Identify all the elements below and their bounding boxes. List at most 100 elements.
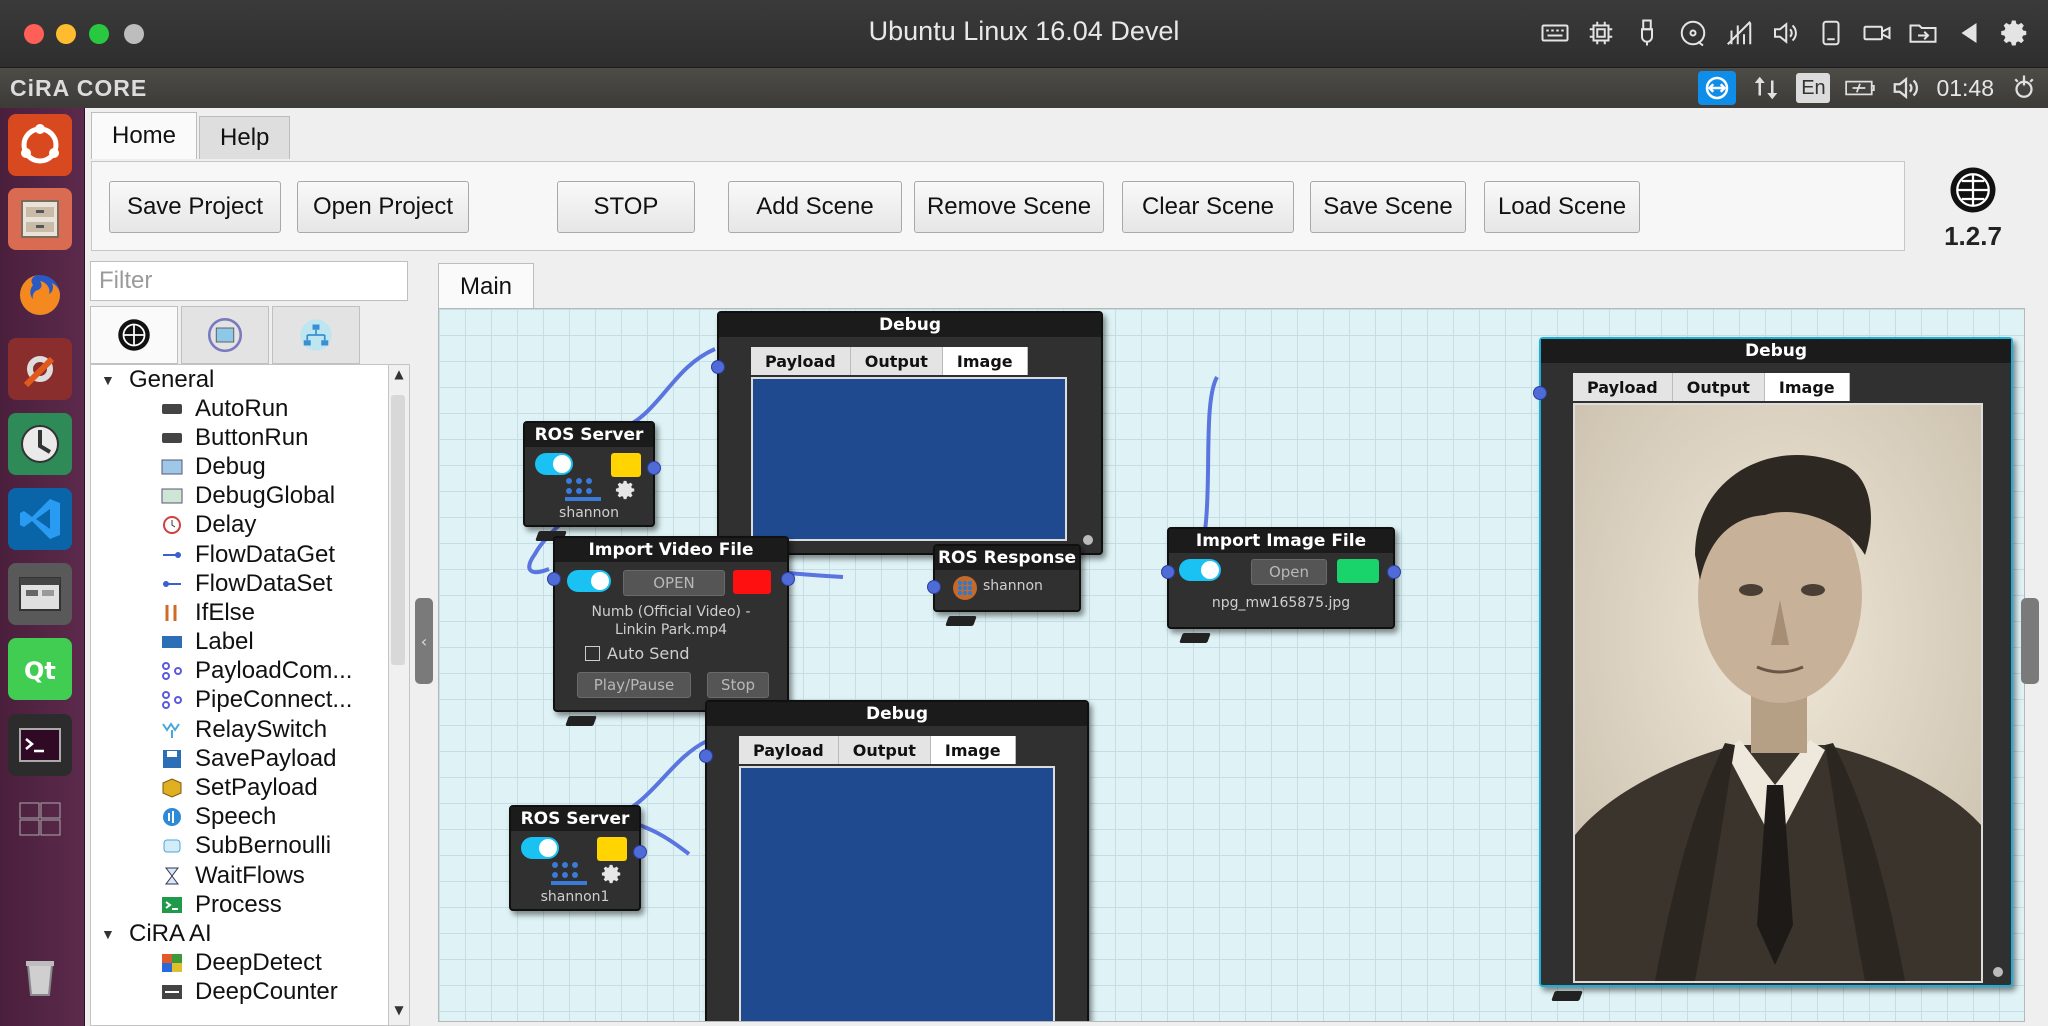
- audio-icon[interactable]: [1766, 14, 1804, 52]
- load-scene-button[interactable]: Load Scene: [1484, 181, 1640, 233]
- tree-item-flowdataget[interactable]: FlowDataGet: [91, 540, 389, 569]
- collapse-arrow-icon[interactable]: ▼: [101, 372, 115, 388]
- output-port[interactable]: [781, 572, 795, 586]
- tree-item-relayswitch[interactable]: RelaySwitch: [91, 715, 389, 744]
- input-port[interactable]: [547, 572, 561, 586]
- filter-input[interactable]: [90, 261, 408, 301]
- tree-group-cira-ai[interactable]: ▼ CiRA AI: [91, 919, 389, 948]
- enable-toggle[interactable]: [1179, 559, 1221, 581]
- tree-item-debugglobal[interactable]: DebugGlobal: [91, 482, 389, 511]
- input-port[interactable]: [1533, 386, 1547, 400]
- open-project-button[interactable]: Open Project: [297, 181, 469, 233]
- tree-item-deepdetect[interactable]: DeepDetect: [91, 948, 389, 977]
- tab-output[interactable]: Output: [850, 347, 943, 375]
- camera-icon[interactable]: [1858, 14, 1896, 52]
- flow-canvas[interactable]: Debug Payload Output Image ROS Server sh…: [438, 308, 2025, 1022]
- window-manager-icon[interactable]: [8, 563, 72, 625]
- tab-output[interactable]: Output: [838, 736, 931, 764]
- qt-creator-icon[interactable]: Qt: [8, 638, 72, 700]
- ubuntu-dash-icon[interactable]: [8, 114, 72, 176]
- tree-item-pipeconnect[interactable]: PipeConnect...: [91, 686, 389, 715]
- tab-payload[interactable]: Payload: [751, 347, 851, 375]
- tree-item-flowdataset[interactable]: FlowDataSet: [91, 569, 389, 598]
- tab-payload[interactable]: Payload: [739, 736, 839, 764]
- open-video-button[interactable]: OPEN: [623, 570, 725, 596]
- remove-scene-button[interactable]: Remove Scene: [914, 181, 1104, 233]
- tree-item-delay[interactable]: Delay: [91, 511, 389, 540]
- collapse-arrow-icon[interactable]: ▼: [101, 926, 115, 942]
- tree-item-subbernoulli[interactable]: SubBernoulli: [91, 832, 389, 861]
- stop-video-button[interactable]: Stop: [707, 672, 769, 698]
- keyboard-language-indicator[interactable]: En: [1796, 73, 1831, 103]
- tab-image[interactable]: Image: [930, 736, 1016, 764]
- file-cabinet-icon[interactable]: [8, 188, 72, 250]
- system-settings-icon[interactable]: [8, 338, 72, 400]
- stop-button[interactable]: STOP: [557, 181, 695, 233]
- teamviewer-icon[interactable]: [1698, 71, 1737, 105]
- enable-toggle[interactable]: [521, 837, 559, 859]
- tree-item-autorun[interactable]: AutoRun: [91, 394, 389, 423]
- tree-item-process[interactable]: Process: [91, 890, 389, 919]
- terminal-icon[interactable]: [8, 714, 72, 776]
- output-port[interactable]: [647, 461, 661, 475]
- trash-icon[interactable]: [8, 946, 72, 1008]
- tree-item-setpayload[interactable]: SetPayload: [91, 773, 389, 802]
- library-scrollbar[interactable]: ▲ ▼: [388, 364, 410, 1026]
- input-port[interactable]: [1161, 565, 1175, 579]
- output-port[interactable]: [1387, 565, 1401, 579]
- ros-server-node-2[interactable]: ROS Server shannon1: [509, 805, 647, 911]
- output-port[interactable]: [633, 845, 647, 859]
- usb-icon[interactable]: [1628, 14, 1666, 52]
- import-image-file-node[interactable]: Import Image File Open npg_mw165875.jpg: [1161, 527, 1401, 643]
- storage-icon[interactable]: [1812, 14, 1850, 52]
- debug-node-3[interactable]: Debug Payload Output Image: [699, 700, 1089, 1021]
- input-port[interactable]: [699, 749, 713, 763]
- shared-folder-icon[interactable]: [1904, 14, 1942, 52]
- tree-item-debug[interactable]: Debug: [91, 452, 389, 481]
- panel-collapse-handle[interactable]: ‹: [415, 598, 433, 684]
- open-image-button[interactable]: Open: [1251, 559, 1327, 585]
- ros-server-node-1[interactable]: ROS Server shannon: [523, 421, 661, 541]
- tree-item-buttonrun[interactable]: ButtonRun: [91, 423, 389, 452]
- play-pause-button[interactable]: Play/Pause: [577, 672, 691, 698]
- tab-help[interactable]: Help: [199, 116, 291, 159]
- software-updater-icon[interactable]: [8, 413, 72, 475]
- tab-image[interactable]: Image: [1764, 373, 1850, 401]
- network-icon[interactable]: [1720, 14, 1758, 52]
- firefox-icon[interactable]: [8, 264, 72, 326]
- save-scene-button[interactable]: Save Scene: [1310, 181, 1466, 233]
- power-gear-icon[interactable]: [2008, 73, 2040, 103]
- resize-handle[interactable]: [1083, 535, 1093, 545]
- library-tab-general[interactable]: [90, 306, 178, 364]
- add-scene-button[interactable]: Add Scene: [728, 181, 902, 233]
- disc-icon[interactable]: [1674, 14, 1712, 52]
- clock[interactable]: 01:48: [1936, 75, 1994, 102]
- auto-send-checkbox[interactable]: [585, 646, 600, 661]
- tree-item-speech[interactable]: Speech: [91, 803, 389, 832]
- tree-item-label[interactable]: Label: [91, 628, 389, 657]
- tab-payload[interactable]: Payload: [1573, 373, 1673, 401]
- save-project-button[interactable]: Save Project: [109, 181, 281, 233]
- network-transfer-icon[interactable]: [1750, 73, 1782, 103]
- vm-settings-gear-icon[interactable]: [1996, 14, 2034, 52]
- battery-icon[interactable]: [1844, 73, 1876, 103]
- wire-ros1-to-debug1[interactable]: [612, 347, 716, 434]
- resize-handle[interactable]: [1993, 967, 2003, 977]
- library-tab-network[interactable]: [272, 306, 360, 364]
- input-port[interactable]: [927, 580, 941, 594]
- scroll-down-arrow-icon[interactable]: ▼: [389, 1003, 409, 1023]
- debug-node-2[interactable]: Debug Payload Output Image: [1533, 337, 2013, 1001]
- library-tab-vision[interactable]: [181, 306, 269, 364]
- debug-node-1[interactable]: Debug Payload Output Image: [711, 311, 1103, 569]
- clear-scene-button[interactable]: Clear Scene: [1122, 181, 1294, 233]
- back-arrow-icon[interactable]: [1950, 14, 1988, 52]
- canvas-scroll-handle[interactable]: [2021, 598, 2039, 684]
- input-port[interactable]: [711, 360, 725, 374]
- library-scrollbar-thumb[interactable]: [391, 395, 405, 665]
- tree-item-savepayload[interactable]: SavePayload: [91, 744, 389, 773]
- tab-output[interactable]: Output: [1672, 373, 1765, 401]
- vscode-icon[interactable]: [8, 488, 72, 550]
- tab-image[interactable]: Image: [942, 347, 1028, 375]
- tree-item-ifelse[interactable]: IfElse: [91, 598, 389, 627]
- keyboard-icon[interactable]: [1536, 14, 1574, 52]
